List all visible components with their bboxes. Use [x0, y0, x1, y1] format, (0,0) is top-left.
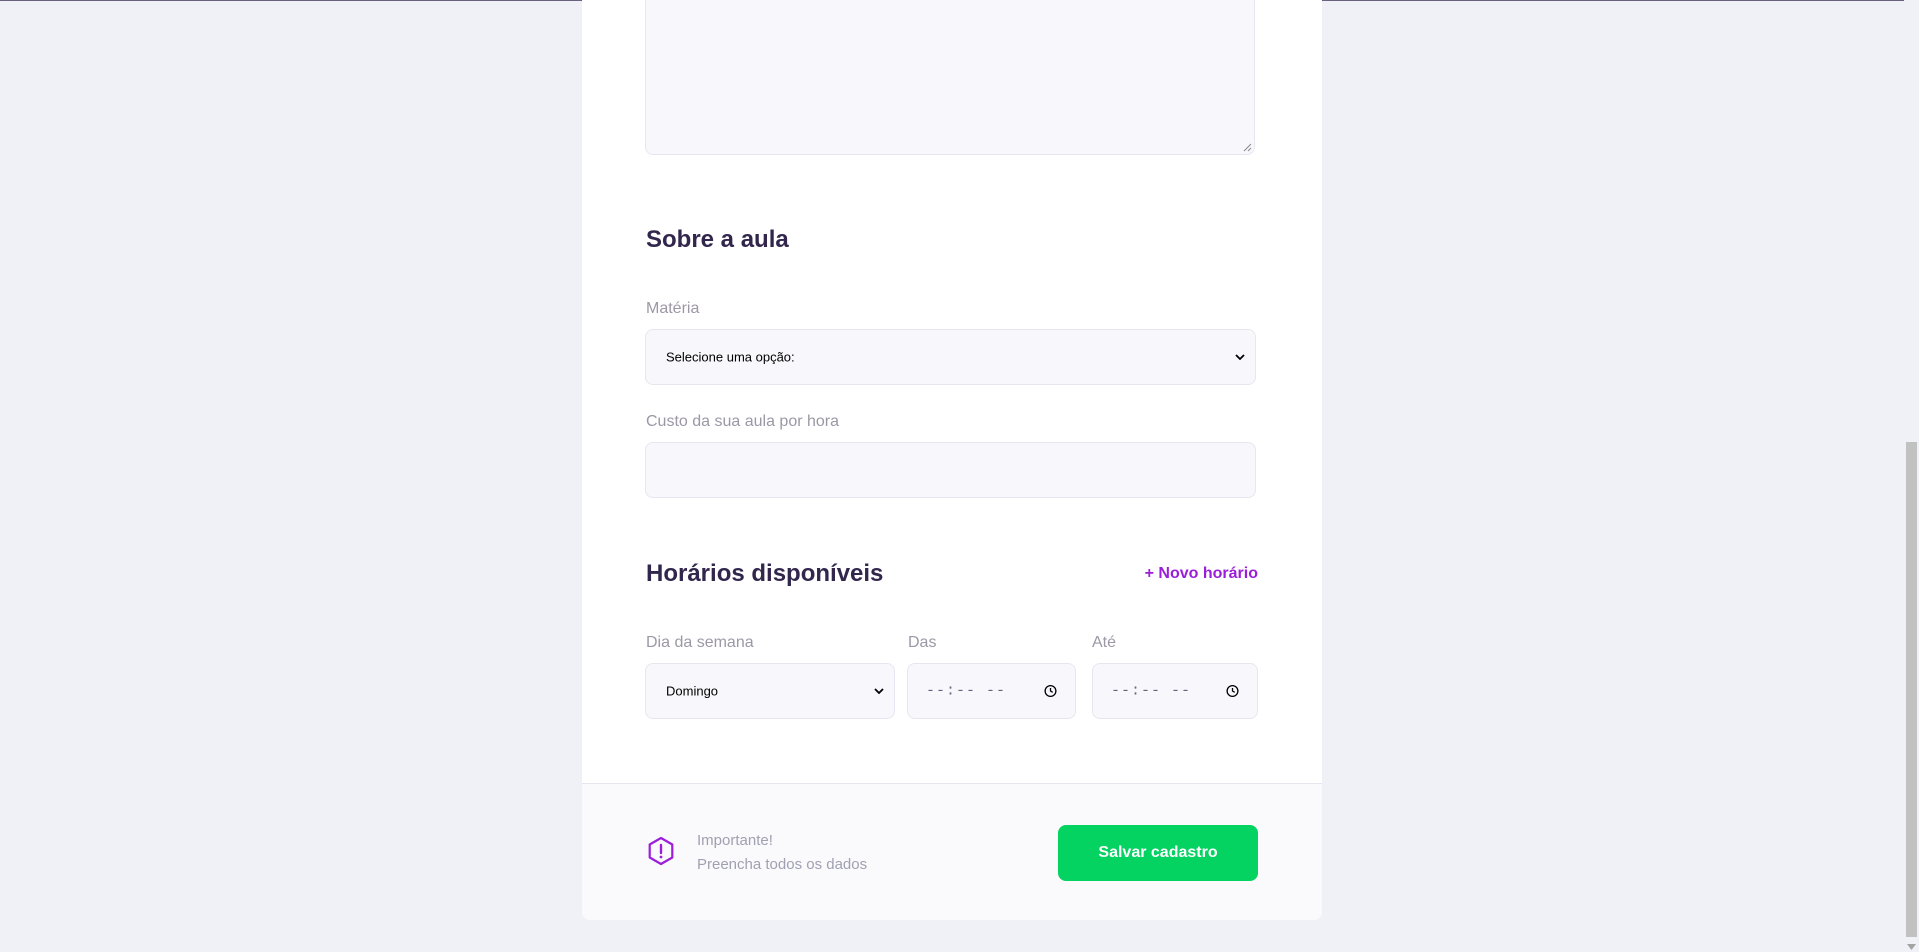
clock-icon[interactable] — [1044, 684, 1057, 698]
subject-select-value: Selecione uma opção: — [666, 349, 795, 365]
form-card: Sobre a aula Matéria Selecione uma opção… — [582, 0, 1322, 920]
weekday-select[interactable]: Domingo — [645, 663, 895, 719]
cost-input[interactable] — [645, 442, 1256, 498]
new-time-button[interactable]: + Novo horário — [1145, 565, 1258, 583]
form-footer: Importante! Preencha todos os dados Salv… — [582, 783, 1322, 920]
weekday-select-value: Domingo — [666, 683, 719, 699]
subject-label: Matéria — [646, 300, 700, 317]
save-button[interactable]: Salvar cadastro — [1058, 825, 1258, 881]
chevron-down-icon — [874, 688, 884, 695]
to-time-input[interactable]: --:-- -- — [1092, 663, 1258, 719]
to-time-value: --:-- -- — [1111, 682, 1192, 700]
vertical-scrollbar[interactable] — [1904, 0, 1919, 952]
scrollbar-thumb[interactable] — [1906, 442, 1917, 937]
scroll-down-arrow-icon[interactable] — [1907, 944, 1916, 950]
cost-label: Custo da sua aula por hora — [646, 413, 840, 430]
subject-select[interactable]: Selecione uma opção: — [645, 329, 1256, 385]
from-time-value: --:-- -- — [926, 682, 1007, 700]
from-time-input[interactable]: --:-- -- — [907, 663, 1076, 719]
from-label: Das — [908, 634, 937, 651]
warning-text: Preencha todos os dados — [697, 856, 868, 873]
warning-icon — [648, 836, 674, 866]
section-title-schedule: Horários disponíveis — [646, 560, 884, 587]
clock-icon[interactable] — [1226, 684, 1239, 698]
to-label: Até — [1092, 634, 1117, 651]
section-title-about-class: Sobre a aula — [646, 226, 789, 253]
weekday-label: Dia da semana — [646, 634, 754, 651]
bio-textarea[interactable] — [645, 0, 1255, 155]
resize-handle-icon[interactable] — [1243, 143, 1252, 152]
chevron-down-icon — [1235, 354, 1245, 361]
warning-title: Importante! — [697, 832, 773, 849]
